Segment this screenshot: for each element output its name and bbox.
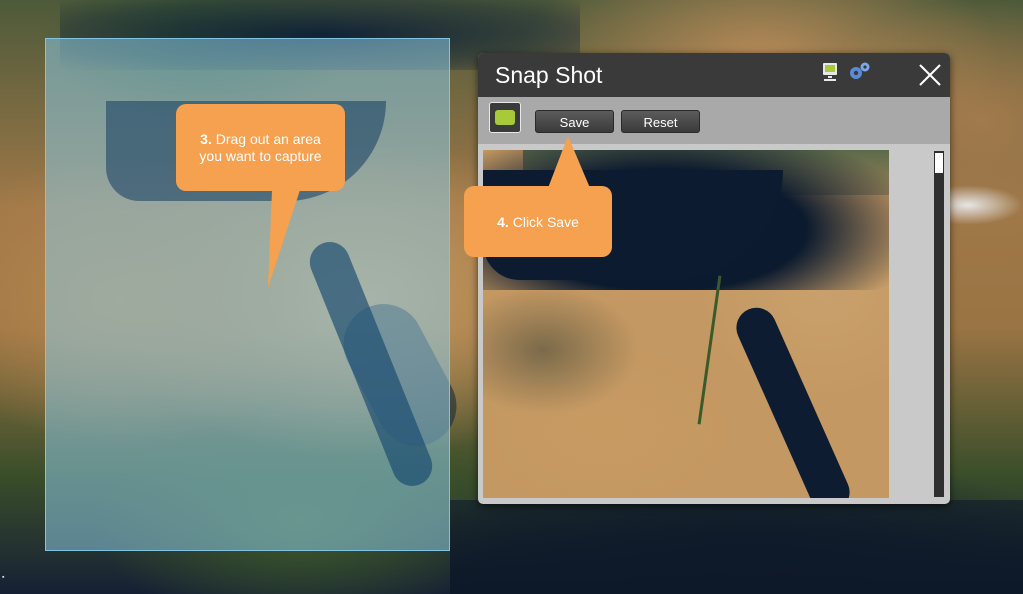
- preview-scrollbar[interactable]: [934, 151, 944, 497]
- callout-step-4-line: 4. Click Save: [464, 214, 612, 231]
- preview-river: [697, 275, 722, 425]
- callout-step-3-line1: 3. Drag out an area: [176, 131, 345, 148]
- callout-step-3: 3. Drag out an area you want to capture: [176, 104, 345, 288]
- close-icon[interactable]: [918, 63, 942, 87]
- preview-red-sea: [729, 301, 857, 498]
- callout-pointer: [268, 190, 300, 288]
- step-text: Drag out an area: [215, 131, 321, 147]
- screen-capture-toggle[interactable]: [489, 102, 521, 133]
- step-text-line2: you want to capture: [199, 148, 322, 164]
- screen-icon: [495, 110, 515, 125]
- map-corner-mark: ▪: [2, 574, 5, 581]
- snap-shot-panel: Snap Shot Save Reset: [478, 53, 950, 504]
- step-number: 4.: [497, 214, 509, 230]
- selection-red-sea-shape: [303, 235, 439, 493]
- panel-header: Snap Shot: [478, 53, 950, 97]
- save-button[interactable]: Save: [535, 110, 614, 133]
- scrollbar-thumb[interactable]: [935, 153, 943, 173]
- step-number: 3.: [200, 131, 212, 147]
- map-ocean-area: [450, 500, 1023, 594]
- callout-pointer: [548, 136, 590, 188]
- step-text: Click Save: [512, 214, 579, 230]
- monitor-icon[interactable]: [823, 63, 837, 83]
- gear-icon[interactable]: [848, 61, 872, 81]
- callout-step-4: 4. Click Save: [464, 136, 612, 257]
- reset-button[interactable]: Reset: [621, 110, 700, 133]
- panel-title: Snap Shot: [495, 62, 603, 88]
